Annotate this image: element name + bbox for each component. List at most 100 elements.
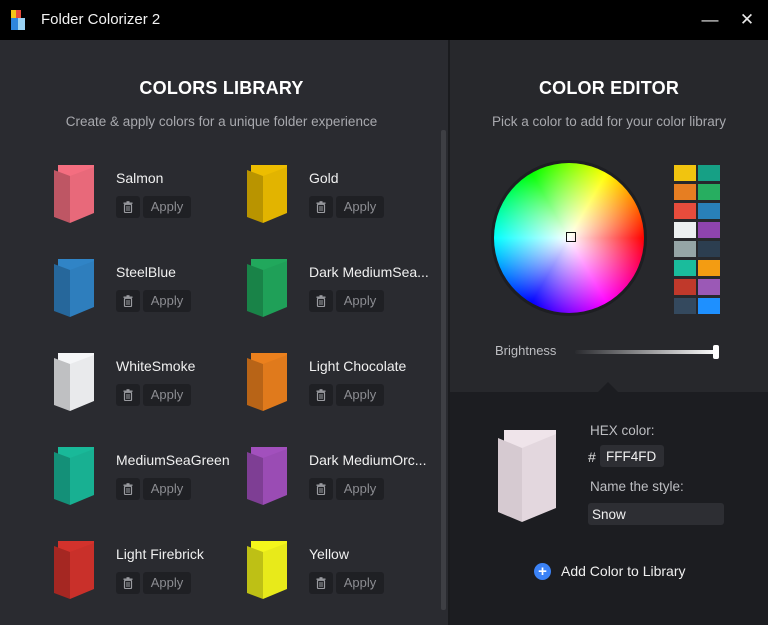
folder-icon bbox=[54, 165, 94, 223]
brightness-slider-thumb[interactable] bbox=[713, 345, 719, 359]
style-name-label: Name the style: bbox=[590, 479, 684, 494]
library-item-name: SteelBlue bbox=[116, 264, 176, 280]
color-swatch[interactable] bbox=[698, 260, 720, 276]
window-title: Folder Colorizer 2 bbox=[41, 11, 161, 28]
library-item: Salmon Apply bbox=[54, 165, 244, 235]
library-title: COLORS LIBRARY bbox=[139, 78, 304, 98]
apply-button[interactable]: Apply bbox=[336, 290, 384, 312]
close-button[interactable]: ✕ bbox=[736, 9, 758, 31]
plus-circle-icon: + bbox=[534, 563, 551, 580]
editor-subtitle: Pick a color to add for your color libra… bbox=[491, 114, 727, 129]
apply-button[interactable]: Apply bbox=[143, 196, 191, 218]
color-swatch[interactable] bbox=[674, 260, 696, 276]
apply-button[interactable]: Apply bbox=[143, 572, 191, 594]
folder-icon bbox=[54, 259, 94, 317]
color-swatch[interactable] bbox=[698, 279, 720, 295]
color-swatch[interactable] bbox=[674, 184, 696, 200]
trash-icon bbox=[316, 483, 326, 495]
trash-icon bbox=[123, 389, 133, 401]
trash-icon bbox=[123, 295, 133, 307]
color-swatch[interactable] bbox=[698, 203, 720, 219]
color-swatch[interactable] bbox=[674, 165, 696, 181]
apply-button[interactable]: Apply bbox=[143, 290, 191, 312]
color-swatch[interactable] bbox=[698, 241, 720, 257]
trash-icon bbox=[316, 577, 326, 589]
trash-icon bbox=[316, 201, 326, 213]
apply-button[interactable]: Apply bbox=[336, 572, 384, 594]
library-subtitle: Create & apply colors for a unique folde… bbox=[65, 114, 378, 129]
style-name-input[interactable] bbox=[588, 503, 724, 525]
library-item-name: Dark MediumSea... bbox=[309, 264, 429, 280]
library-item-name: Salmon bbox=[116, 170, 164, 186]
delete-button[interactable] bbox=[116, 290, 140, 312]
library-item: Gold Apply bbox=[247, 165, 437, 235]
folder-icon bbox=[247, 353, 287, 411]
library-item: Light Firebrick Apply bbox=[54, 541, 244, 611]
folder-icon bbox=[247, 259, 287, 317]
folder-icon bbox=[247, 541, 287, 599]
library-item-name: WhiteSmoke bbox=[116, 358, 196, 374]
hex-color-label: HEX color: bbox=[590, 423, 655, 438]
library-item: SteelBlue Apply bbox=[54, 259, 244, 329]
apply-button[interactable]: Apply bbox=[143, 384, 191, 406]
delete-button[interactable] bbox=[309, 196, 333, 218]
trash-icon bbox=[123, 201, 133, 213]
delete-button[interactable] bbox=[116, 384, 140, 406]
library-item: Dark MediumSea... Apply bbox=[247, 259, 437, 329]
delete-button[interactable] bbox=[116, 478, 140, 500]
library-item-name: Dark MediumOrc... bbox=[309, 452, 427, 468]
color-swatch[interactable] bbox=[698, 165, 720, 181]
library-item: Dark MediumOrc... Apply bbox=[247, 447, 437, 517]
minimize-button[interactable]: — bbox=[699, 9, 721, 31]
folder-icon bbox=[54, 541, 94, 599]
delete-button[interactable] bbox=[309, 478, 333, 500]
folder-icon bbox=[54, 353, 94, 411]
library-item-name: Yellow bbox=[309, 546, 349, 562]
color-swatch[interactable] bbox=[698, 222, 720, 238]
color-swatch[interactable] bbox=[674, 279, 696, 295]
color-swatch[interactable] bbox=[698, 184, 720, 200]
color-swatch[interactable] bbox=[674, 222, 696, 238]
folder-colorizer-app-icon bbox=[11, 10, 25, 30]
color-swatch[interactable] bbox=[674, 298, 696, 314]
color-wheel-marker[interactable] bbox=[566, 232, 576, 242]
brightness-slider[interactable] bbox=[575, 350, 717, 354]
brightness-label: Brightness bbox=[495, 343, 557, 358]
library-item-name: MediumSeaGreen bbox=[116, 452, 230, 468]
delete-button[interactable] bbox=[309, 572, 333, 594]
add-color-button[interactable]: + Add Color to Library bbox=[534, 560, 694, 582]
color-swatch[interactable] bbox=[674, 241, 696, 257]
delete-button[interactable] bbox=[116, 196, 140, 218]
trash-icon bbox=[316, 389, 326, 401]
library-scrollbar[interactable] bbox=[441, 130, 446, 610]
delete-button[interactable] bbox=[309, 384, 333, 406]
trash-icon bbox=[123, 577, 133, 589]
hex-color-input[interactable] bbox=[600, 445, 664, 467]
preview-folder-icon bbox=[498, 430, 556, 522]
library-item: Light Chocolate Apply bbox=[247, 353, 437, 423]
library-item: MediumSeaGreen Apply bbox=[54, 447, 244, 517]
title-bar: Folder Colorizer 2 — ✕ bbox=[0, 0, 768, 40]
library-item-name: Light Chocolate bbox=[309, 358, 407, 374]
library-item: WhiteSmoke Apply bbox=[54, 353, 244, 423]
editor-title: COLOR EDITOR bbox=[538, 78, 680, 98]
add-color-label: Add Color to Library bbox=[561, 563, 686, 579]
library-item-name: Gold bbox=[309, 170, 339, 186]
apply-button[interactable]: Apply bbox=[336, 384, 384, 406]
color-swatch[interactable] bbox=[674, 203, 696, 219]
color-swatch[interactable] bbox=[698, 298, 720, 314]
delete-button[interactable] bbox=[309, 290, 333, 312]
folder-icon bbox=[247, 447, 287, 505]
library-item-name: Light Firebrick bbox=[116, 546, 204, 562]
apply-button[interactable]: Apply bbox=[336, 196, 384, 218]
panel-pointer bbox=[598, 382, 618, 392]
apply-button[interactable]: Apply bbox=[336, 478, 384, 500]
library-item: Yellow Apply bbox=[247, 541, 437, 611]
hex-prefix: # bbox=[588, 449, 596, 465]
trash-icon bbox=[123, 483, 133, 495]
delete-button[interactable] bbox=[116, 572, 140, 594]
trash-icon bbox=[316, 295, 326, 307]
folder-icon bbox=[54, 447, 94, 505]
folder-icon bbox=[247, 165, 287, 223]
apply-button[interactable]: Apply bbox=[143, 478, 191, 500]
